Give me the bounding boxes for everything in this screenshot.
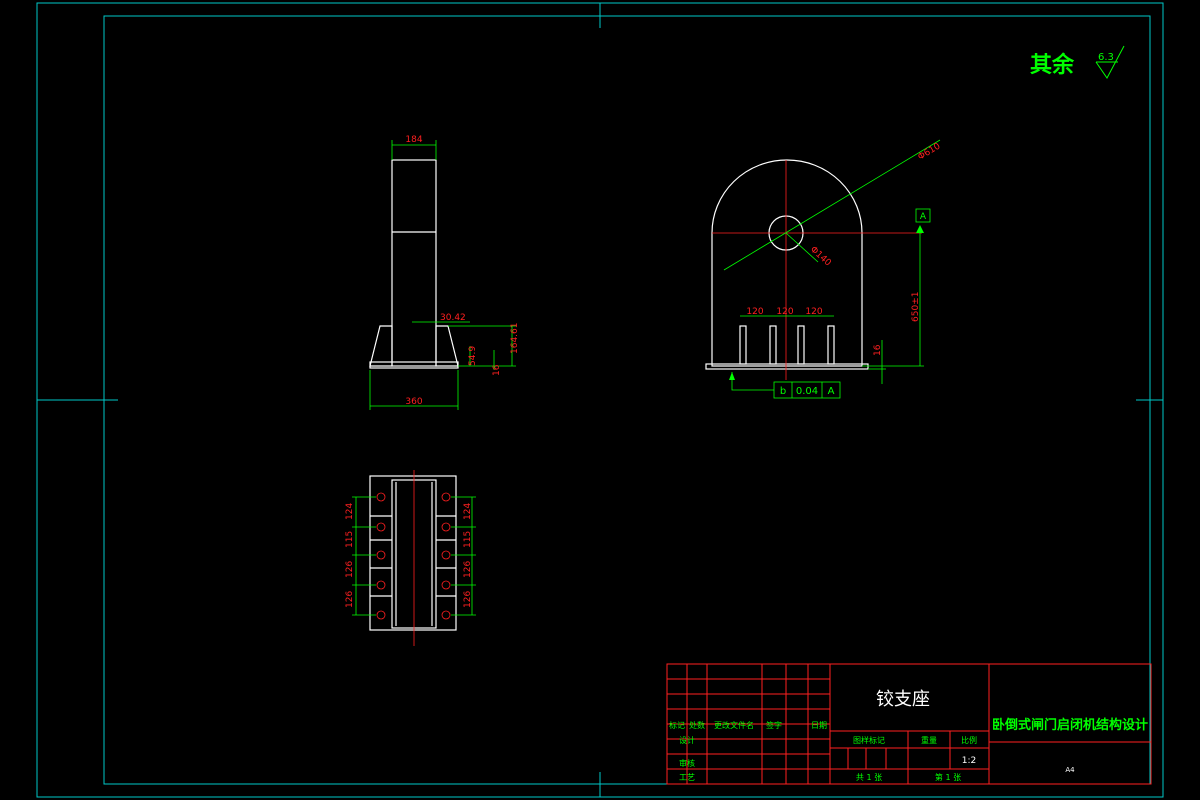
inner-border: [103, 15, 1151, 785]
marks-col-2: 处数: [689, 720, 705, 730]
dim-base-width: 360: [405, 397, 422, 407]
plan-view: 124 115 126 126 124 115 126 126: [345, 470, 476, 646]
sheet-number: 第 1 张: [935, 772, 961, 782]
dim-outer-radius: Φ610: [916, 141, 942, 162]
marks-col-1: 标记: [669, 720, 685, 730]
marks-col-3: 更改文件名: [714, 720, 754, 730]
plan-dim-right-3: 126: [463, 561, 473, 578]
outer-border: [36, 2, 1164, 798]
drawing-canvas: 其余 6.3 184 360 30.42 164.61 54.9 16 Φ610…: [36, 2, 1164, 798]
scale-value: 1:2: [962, 756, 976, 766]
review-label: 审核: [679, 758, 695, 768]
bolt-hole: [441, 610, 451, 620]
front-rib-2: [769, 325, 777, 365]
bolt-hole: [441, 550, 451, 560]
bolt-hole: [376, 492, 386, 502]
weight-label: 重量: [921, 735, 937, 745]
roughness-label: 其余: [1030, 52, 1075, 78]
tolerance-leader: [731, 372, 774, 391]
tolerance-value: 0.04: [796, 386, 818, 397]
plan-dim-right-1: 124: [463, 503, 473, 520]
roughness-value: 6.3: [1098, 52, 1114, 63]
dim-small: 54.9: [468, 346, 478, 366]
design-label: 设计: [679, 735, 695, 745]
bolt-hole: [376, 610, 386, 620]
plan-dim-right-2: 115: [463, 531, 473, 548]
bolt-hole: [441, 522, 451, 532]
dim-gusset-height: 164.61: [510, 323, 520, 355]
front-view: Φ610 Φ140 120 120 120 650±1 16 A b 0.04 …: [705, 139, 943, 399]
front-rib-1: [739, 325, 747, 365]
tolerance-datum: A: [828, 386, 835, 397]
dim-rib-2: 120: [776, 307, 793, 317]
dim-center-height: 650±1: [911, 292, 921, 322]
dim-top-width: 184: [405, 135, 422, 145]
process-label: 工艺: [679, 773, 695, 782]
side-base-plate: [369, 361, 459, 369]
sheet-frame: [36, 2, 1164, 798]
plan-dim-left-1: 124: [345, 503, 355, 520]
roughness-icon: [1095, 45, 1125, 79]
bolt-hole: [376, 580, 386, 590]
plan-dim-left-4: 126: [345, 591, 355, 608]
part-name: 铰支座: [876, 689, 930, 710]
datum-triangle-icon: [916, 225, 924, 233]
front-outline: [711, 159, 863, 367]
bolt-hole: [376, 522, 386, 532]
roughness-note: 其余 6.3: [1030, 45, 1125, 79]
plan-base-plate: [369, 475, 457, 631]
tolerance-symbol: b: [780, 386, 786, 397]
scale-label: 比例: [961, 735, 977, 745]
paper-size: A4: [1065, 766, 1075, 774]
dim-front-base-thickness: 16: [873, 344, 883, 356]
tolerance-arrow-icon: [729, 372, 735, 380]
side-view: 184 360 30.42 164.61 54.9 16: [369, 135, 520, 410]
sheets-total: 共 1 张: [856, 773, 882, 782]
front-rib-3: [797, 325, 805, 365]
project-name: 卧倒式闸门启闭机结构设计: [992, 717, 1148, 733]
front-rib-4: [827, 325, 835, 365]
bolt-hole: [441, 492, 451, 502]
bolt-hole: [376, 550, 386, 560]
plan-dim-left-3: 126: [345, 561, 355, 578]
side-gusset-right: [435, 325, 459, 367]
bolt-hole: [441, 580, 451, 590]
plan-dim-right-4: 126: [463, 591, 473, 608]
marks-col-5: 日期: [811, 721, 827, 730]
side-web: [391, 159, 437, 367]
dim-gusset-offset: 30.42: [440, 313, 466, 323]
dim-base-thickness: 16: [492, 364, 502, 376]
stage-mark-label: 图样标记: [853, 735, 885, 745]
dim-outer-radius-leader: [723, 139, 941, 271]
title-block: 标记 处数 更改文件名 签字 日期 设计 审核 工艺 图样标记 重量 比例 共 …: [666, 663, 1152, 785]
dim-rib-3: 120: [805, 307, 822, 317]
dim-rib-1: 120: [746, 307, 763, 317]
datum-label: A: [920, 212, 927, 222]
marks-col-4: 签字: [766, 720, 782, 730]
plan-dim-left-2: 115: [345, 531, 355, 548]
side-gusset-left: [369, 325, 393, 367]
